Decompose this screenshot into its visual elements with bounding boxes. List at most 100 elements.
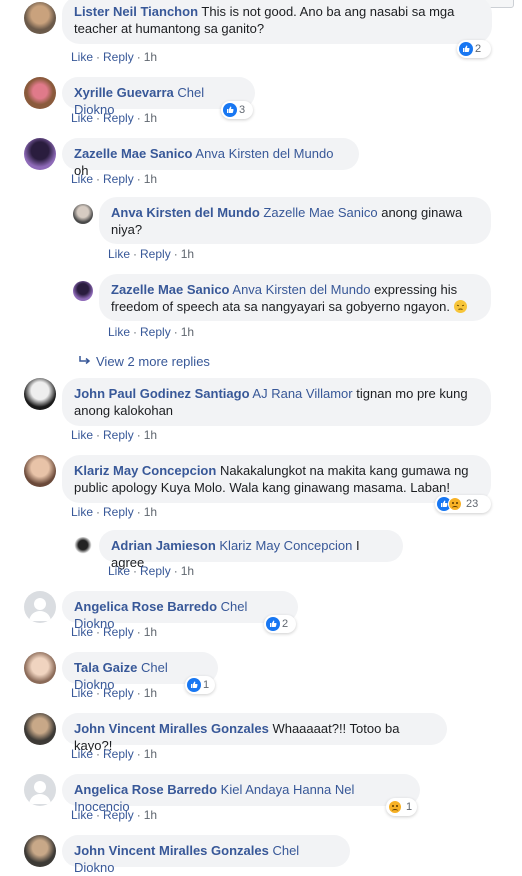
comment-author[interactable]: Angelica Rose Barredo <box>74 599 217 614</box>
reaction-count[interactable]: 2 <box>457 40 491 58</box>
comment-mention[interactable]: Klariz May Concepcion <box>219 538 352 553</box>
comment-bubble: John Vincent Miralles Gonzales Whaaaaat?… <box>62 713 447 753</box>
comment-bubble: John Paul Godinez Santiago AJ Rana Villa… <box>62 378 491 426</box>
like-link[interactable]: Like <box>71 808 93 822</box>
comment-time[interactable]: 1h <box>181 325 194 339</box>
reply-bubble: Zazelle Mae Sanico Anva Kirsten del Mund… <box>99 274 491 321</box>
reply-link[interactable]: Reply <box>103 50 134 64</box>
avatar[interactable] <box>24 774 56 806</box>
like-link[interactable]: Like <box>108 325 130 339</box>
reply-link[interactable]: Reply <box>140 247 171 261</box>
reply-bubble: Anva Kirsten del Mundo Zazelle Mae Sanic… <box>99 197 491 244</box>
reply-arrow-icon <box>79 356 91 365</box>
comment-time[interactable]: 1h <box>144 50 157 64</box>
comment-time[interactable]: 1h <box>144 428 157 442</box>
reaction-count[interactable]: 1 <box>185 676 215 694</box>
avatar[interactable] <box>24 77 56 109</box>
comment-author[interactable]: Zazelle Mae Sanico <box>111 282 230 297</box>
comment-time[interactable]: 1h <box>144 686 157 700</box>
reaction-count[interactable]: 3 <box>221 101 253 119</box>
reply-link[interactable]: Reply <box>140 564 171 578</box>
avatar[interactable] <box>24 713 56 745</box>
comment-author[interactable]: John Vincent Miralles Gonzales <box>74 721 269 736</box>
reply-link[interactable]: Reply <box>140 325 171 339</box>
comment-author[interactable]: Lister Neil Tianchon <box>74 4 198 19</box>
reply-link[interactable]: Reply <box>103 505 134 519</box>
like-link[interactable]: Like <box>71 747 93 761</box>
comment-actions: Like · Reply · 1h <box>71 625 158 639</box>
comment-author[interactable]: Tala Gaize <box>74 660 137 675</box>
reply-link[interactable]: Reply <box>103 428 134 442</box>
sad-reaction-icon <box>388 800 402 814</box>
comment-time[interactable]: 1h <box>144 111 157 125</box>
comment-author[interactable]: Klariz May Concepcion <box>74 463 216 478</box>
like-reaction-icon <box>223 103 237 117</box>
comment-time[interactable]: 1h <box>144 172 157 186</box>
like-link[interactable]: Like <box>71 505 93 519</box>
comment-author[interactable]: Xyrille Guevarra <box>74 85 174 100</box>
reply-link[interactable]: Reply <box>103 686 134 700</box>
comment-author[interactable]: Angelica Rose Barredo <box>74 782 217 797</box>
reaction-count[interactable]: 23 <box>435 495 491 513</box>
comment-actions: Like · Reply · 1h <box>71 808 158 822</box>
reaction-count[interactable]: 1 <box>386 798 417 816</box>
comment-time[interactable]: 1h <box>181 564 194 578</box>
default-avatar-icon <box>29 781 51 804</box>
sad-reaction-icon <box>448 497 462 511</box>
avatar[interactable] <box>73 281 93 301</box>
comment-actions: Like · Reply · 1h <box>71 505 158 519</box>
avatar[interactable] <box>73 537 93 557</box>
comment-actions: Like · Reply · 1h <box>71 747 158 761</box>
avatar[interactable] <box>24 2 56 34</box>
comment-author[interactable]: Anva Kirsten del Mundo <box>111 205 260 220</box>
reply-link[interactable]: Reply <box>103 808 134 822</box>
reply-link[interactable]: Reply <box>103 172 134 186</box>
avatar[interactable] <box>73 204 93 224</box>
like-link[interactable]: Like <box>71 111 93 125</box>
avatar[interactable] <box>24 835 56 867</box>
comment-author[interactable]: Adrian Jamieson <box>111 538 216 553</box>
comment-author[interactable]: Zazelle Mae Sanico <box>74 146 193 161</box>
comment-mention[interactable]: Zazelle Mae Sanico <box>263 205 377 220</box>
comment-actions: Like · Reply · 1h <box>71 172 158 186</box>
like-link[interactable]: Like <box>71 172 93 186</box>
reply-bubble: Adrian Jamieson Klariz May Concepcion I … <box>99 530 403 570</box>
comment-author[interactable]: John Vincent Miralles Gonzales <box>74 843 269 858</box>
view-more-replies[interactable]: View 2 more replies <box>78 354 210 370</box>
like-link[interactable]: Like <box>71 625 93 639</box>
default-avatar-icon <box>29 598 51 621</box>
comment-actions: Like · Reply · 1h <box>71 686 158 700</box>
reply-link[interactable]: Reply <box>103 111 134 125</box>
comment-bubble: Zazelle Mae Sanico Anva Kirsten del Mund… <box>62 138 359 178</box>
reply-link[interactable]: Reply <box>103 747 134 761</box>
avatar[interactable] <box>24 455 56 487</box>
pensive-emoji-icon <box>453 300 467 313</box>
avatar[interactable] <box>24 378 56 410</box>
comment-time[interactable]: 1h <box>181 247 194 261</box>
comment-time[interactable]: 1h <box>144 505 157 519</box>
comment-mention[interactable]: Anva Kirsten del Mundo <box>232 282 370 297</box>
like-reaction-icon <box>459 42 473 56</box>
like-link[interactable]: Like <box>108 247 130 261</box>
avatar[interactable] <box>24 591 56 623</box>
comment-time[interactable]: 1h <box>144 747 157 761</box>
comment-time[interactable]: 1h <box>144 808 157 822</box>
comment-time[interactable]: 1h <box>144 625 157 639</box>
avatar[interactable] <box>24 138 56 170</box>
comment-author[interactable]: John Paul Godinez Santiago <box>74 386 250 401</box>
like-link[interactable]: Like <box>71 686 93 700</box>
reply-link[interactable]: Reply <box>103 625 134 639</box>
like-link[interactable]: Like <box>71 428 93 442</box>
avatar[interactable] <box>24 652 56 684</box>
comment-mention[interactable]: AJ Rana Villamor <box>252 386 352 401</box>
like-reaction-icon <box>266 617 280 631</box>
comment-actions: Like · Reply · 1h <box>108 325 195 339</box>
like-link[interactable]: Like <box>71 50 93 64</box>
reaction-count[interactable]: 2 <box>264 615 296 633</box>
comment-actions: Like · Reply · 1h <box>71 111 158 125</box>
comment-bubble: Lister Neil Tianchon This is not good. A… <box>62 0 492 44</box>
comment-bubble: John Vincent Miralles Gonzales Chel Diok… <box>62 835 350 875</box>
comment-actions: Like · Reply · 1h <box>108 564 195 578</box>
comment-mention[interactable]: Anva Kirsten del Mundo <box>195 146 333 161</box>
like-link[interactable]: Like <box>108 564 130 578</box>
